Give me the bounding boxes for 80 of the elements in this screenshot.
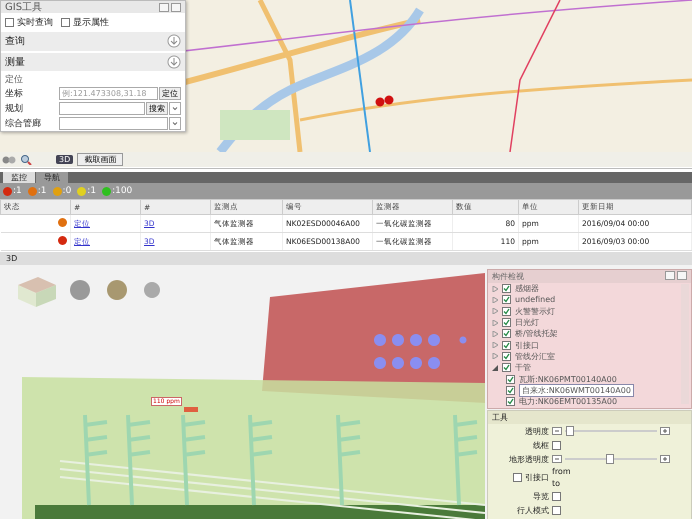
slider-thumb[interactable] xyxy=(606,454,614,464)
map-marker-icon[interactable] xyxy=(376,96,394,106)
checkbox[interactable] xyxy=(502,340,511,350)
checkbox[interactable] xyxy=(502,318,511,328)
checkbox[interactable] xyxy=(502,352,511,361)
checkbox[interactable] xyxy=(552,440,561,450)
checkbox[interactable] xyxy=(61,18,70,27)
tree-item[interactable]: 火警警示灯 xyxy=(515,306,555,317)
tree-item[interactable]: 管线分汇室 xyxy=(515,350,555,362)
field-label: 规划 xyxy=(5,102,24,115)
status-count: :1 xyxy=(38,186,47,196)
collapse-icon[interactable] xyxy=(492,364,498,371)
checkbox[interactable] xyxy=(506,374,515,384)
checkbox[interactable] xyxy=(552,492,561,500)
minimize-button[interactable] xyxy=(665,271,675,280)
select-field[interactable] xyxy=(59,117,168,130)
section-title[interactable]: 测量 xyxy=(5,54,25,69)
locate-button[interactable]: 定位 xyxy=(159,87,181,100)
expand-icon[interactable] xyxy=(167,34,181,48)
collapse-button[interactable] xyxy=(171,2,181,12)
dropdown-icon[interactable] xyxy=(169,102,181,115)
checkbox[interactable] xyxy=(502,363,511,372)
tree-item[interactable]: 桥/管线托架 xyxy=(515,328,558,340)
tab[interactable]: 导航 xyxy=(36,172,68,183)
option-label: 实时查询 xyxy=(17,16,53,29)
option-label: 行人模式 xyxy=(516,504,549,516)
zoom-icon[interactable] xyxy=(20,154,32,164)
checkbox[interactable] xyxy=(5,18,14,27)
checkbox[interactable] xyxy=(552,506,561,514)
minimize-button[interactable] xyxy=(159,2,169,12)
tree-item[interactable]: 感烟器 xyxy=(515,283,539,294)
field-label: 坐标 xyxy=(5,88,24,100)
option-label: 线框 xyxy=(532,440,549,450)
option-label: 引接口 xyxy=(525,472,549,483)
field-label: 综合管廊 xyxy=(5,118,42,130)
tool-icon[interactable] xyxy=(2,154,16,164)
section-title[interactable]: 查询 xyxy=(5,34,25,48)
tab[interactable]: 监控 xyxy=(3,172,35,183)
capture-button[interactable]: 截取画面 xyxy=(77,153,124,166)
checkbox[interactable] xyxy=(506,397,515,406)
to-label: to xyxy=(552,479,562,488)
collapse-button[interactable] xyxy=(677,271,687,280)
search-field[interactable] xyxy=(59,102,145,115)
checkbox[interactable] xyxy=(502,284,511,294)
checkbox[interactable] xyxy=(502,329,511,338)
slider-label: 地形透明度 xyxy=(508,454,549,464)
minus-icon[interactable] xyxy=(552,427,562,435)
option-label: 导览 xyxy=(532,490,549,502)
panel-title: GIS工具 xyxy=(5,1,42,14)
plus-icon[interactable] xyxy=(660,455,670,463)
minus-icon[interactable] xyxy=(552,455,562,463)
section-title: 定位 xyxy=(4,74,24,86)
tree-item[interactable]: 干管 xyxy=(515,362,531,374)
tree-item[interactable]: 引接口 xyxy=(515,340,539,351)
tree-item[interactable]: undefined xyxy=(515,295,556,304)
slider-thumb[interactable] xyxy=(566,426,574,436)
checkbox[interactable] xyxy=(506,386,515,395)
from-label: from xyxy=(552,467,572,476)
tree-item[interactable]: 瓦斯:NK06PMT00140A00 xyxy=(519,374,617,385)
checkbox[interactable] xyxy=(513,473,522,482)
tree-item[interactable]: 自来水:NK06WMT00140A00 xyxy=(519,384,634,397)
status-count: :0 xyxy=(62,186,72,196)
slider[interactable] xyxy=(565,426,657,436)
plus-icon[interactable] xyxy=(660,427,670,435)
checkbox[interactable] xyxy=(502,295,511,304)
tree-item[interactable]: 电力:NK06EMT00135A00 xyxy=(519,396,618,408)
expand-icon[interactable] xyxy=(167,54,181,69)
view-3d-button[interactable]: 3D xyxy=(56,155,74,164)
checkbox[interactable] xyxy=(502,306,511,316)
slider-label: 透明度 xyxy=(524,426,549,436)
panel-title: 构件检视 xyxy=(492,271,524,282)
status-count: :100 xyxy=(112,186,132,196)
tree-item[interactable]: 日光灯 xyxy=(515,317,539,328)
section-title: 3D xyxy=(6,254,18,263)
search-button[interactable]: 搜索 xyxy=(146,102,168,115)
dropdown-icon[interactable] xyxy=(169,117,181,130)
option-label: 显示属性 xyxy=(73,16,109,29)
status-count: :1 xyxy=(13,186,22,196)
status-count: :1 xyxy=(87,186,96,196)
panel-title: 工具 xyxy=(492,412,508,423)
